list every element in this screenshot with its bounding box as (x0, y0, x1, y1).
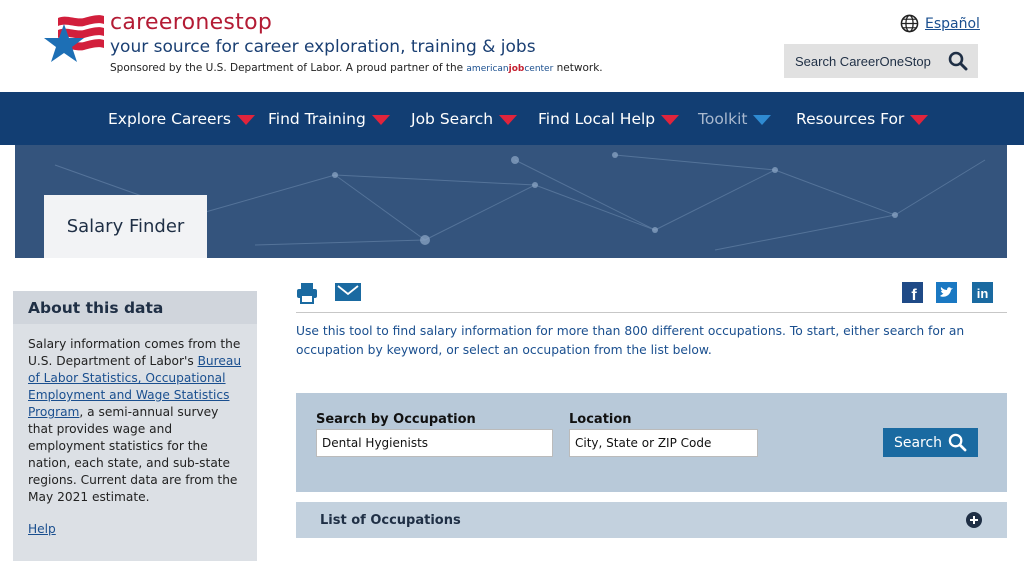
page-title: Salary Finder (66, 216, 185, 237)
search-button[interactable]: Search (883, 428, 978, 457)
list-of-occupations-accordion[interactable]: List of Occupations (296, 502, 1007, 538)
site-search-button[interactable]: Search CareerOneStop (784, 44, 978, 78)
language-switch[interactable]: Español (900, 14, 980, 33)
nav-explore-careers[interactable]: Explore Careers (108, 92, 255, 145)
sponsor-prefix: Sponsored by the U.S. Department of Labo… (110, 62, 467, 74)
nav-find-local-help[interactable]: Find Local Help (538, 92, 680, 145)
nav-find-training[interactable]: Find Training (268, 92, 390, 145)
sponsor-text: Sponsored by the U.S. Department of Labo… (110, 62, 603, 74)
sidebar-header: About this data (13, 291, 257, 324)
site-search-label: Search CareerOneStop (795, 53, 931, 69)
nav-resources-for[interactable]: Resources For (796, 92, 929, 145)
page-title-tab: Salary Finder (44, 195, 207, 258)
ajc-logo-part-1: american (466, 64, 509, 74)
dropdown-arrow-icon (499, 115, 518, 125)
svg-text:f: f (911, 287, 917, 303)
sponsor-suffix: network. (553, 62, 603, 74)
linkedin-icon[interactable]: in (972, 282, 993, 303)
main-nav: Explore Careers Find Training Job Search… (0, 92, 1024, 145)
facebook-icon[interactable]: f (902, 282, 923, 303)
search-icon (948, 433, 967, 452)
help-link[interactable]: Help (28, 522, 56, 536)
nav-label: Resources For (796, 109, 905, 128)
occupation-label: Search by Occupation (316, 412, 476, 427)
intro-text: Use this tool to find salary information… (296, 324, 965, 357)
svg-text:in: in (977, 286, 989, 301)
nav-job-search[interactable]: Job Search (411, 92, 518, 145)
dropdown-arrow-icon (371, 115, 390, 125)
espanol-link[interactable]: Español (925, 16, 980, 32)
twitter-icon[interactable] (936, 282, 957, 303)
location-input[interactable]: City, State or ZIP Code (569, 429, 758, 457)
nav-label: Explore Careers (108, 109, 231, 128)
nav-label: Find Local Help (538, 109, 656, 128)
star-flag-logo-icon[interactable] (44, 14, 106, 68)
search-button-label: Search (893, 434, 943, 451)
share-toolbar: f in (296, 280, 1007, 313)
ajc-logo-part-2: job (508, 64, 525, 74)
dropdown-arrow-icon (910, 115, 929, 125)
dropdown-arrow-icon (661, 115, 680, 125)
email-icon[interactable] (335, 283, 361, 301)
tagline: your source for career exploration, trai… (110, 37, 536, 57)
dropdown-arrow-icon (753, 115, 772, 125)
site-header: careeronestop your source for career exp… (0, 0, 1024, 92)
nav-label: Find Training (268, 109, 366, 128)
brand-name[interactable]: careeronestop (110, 10, 272, 35)
accordion-label: List of Occupations (320, 512, 461, 528)
nav-toolkit[interactable]: Toolkit (698, 92, 772, 145)
occupation-input[interactable]: Dental Hygienists (316, 429, 553, 457)
location-label: Location (569, 412, 632, 427)
about-data-sidebar: About this data Salary information comes… (13, 291, 257, 561)
expand-plus-icon[interactable] (966, 512, 982, 528)
search-icon (948, 51, 968, 71)
occupation-search-panel: Search by Occupation Dental Hygienists L… (296, 393, 1007, 492)
nav-label: Toolkit (698, 109, 748, 128)
dropdown-arrow-icon (236, 115, 255, 125)
globe-icon (900, 14, 919, 33)
print-icon[interactable] (296, 282, 318, 304)
sidebar-heading: About this data (28, 298, 164, 317)
sidebar-text-2: , a semi-annual survey that provides wag… (28, 405, 238, 504)
nav-label: Job Search (411, 109, 494, 128)
sidebar-body: Salary information comes from the U.S. D… (13, 324, 257, 506)
ajc-logo-part-3: center (524, 64, 554, 74)
